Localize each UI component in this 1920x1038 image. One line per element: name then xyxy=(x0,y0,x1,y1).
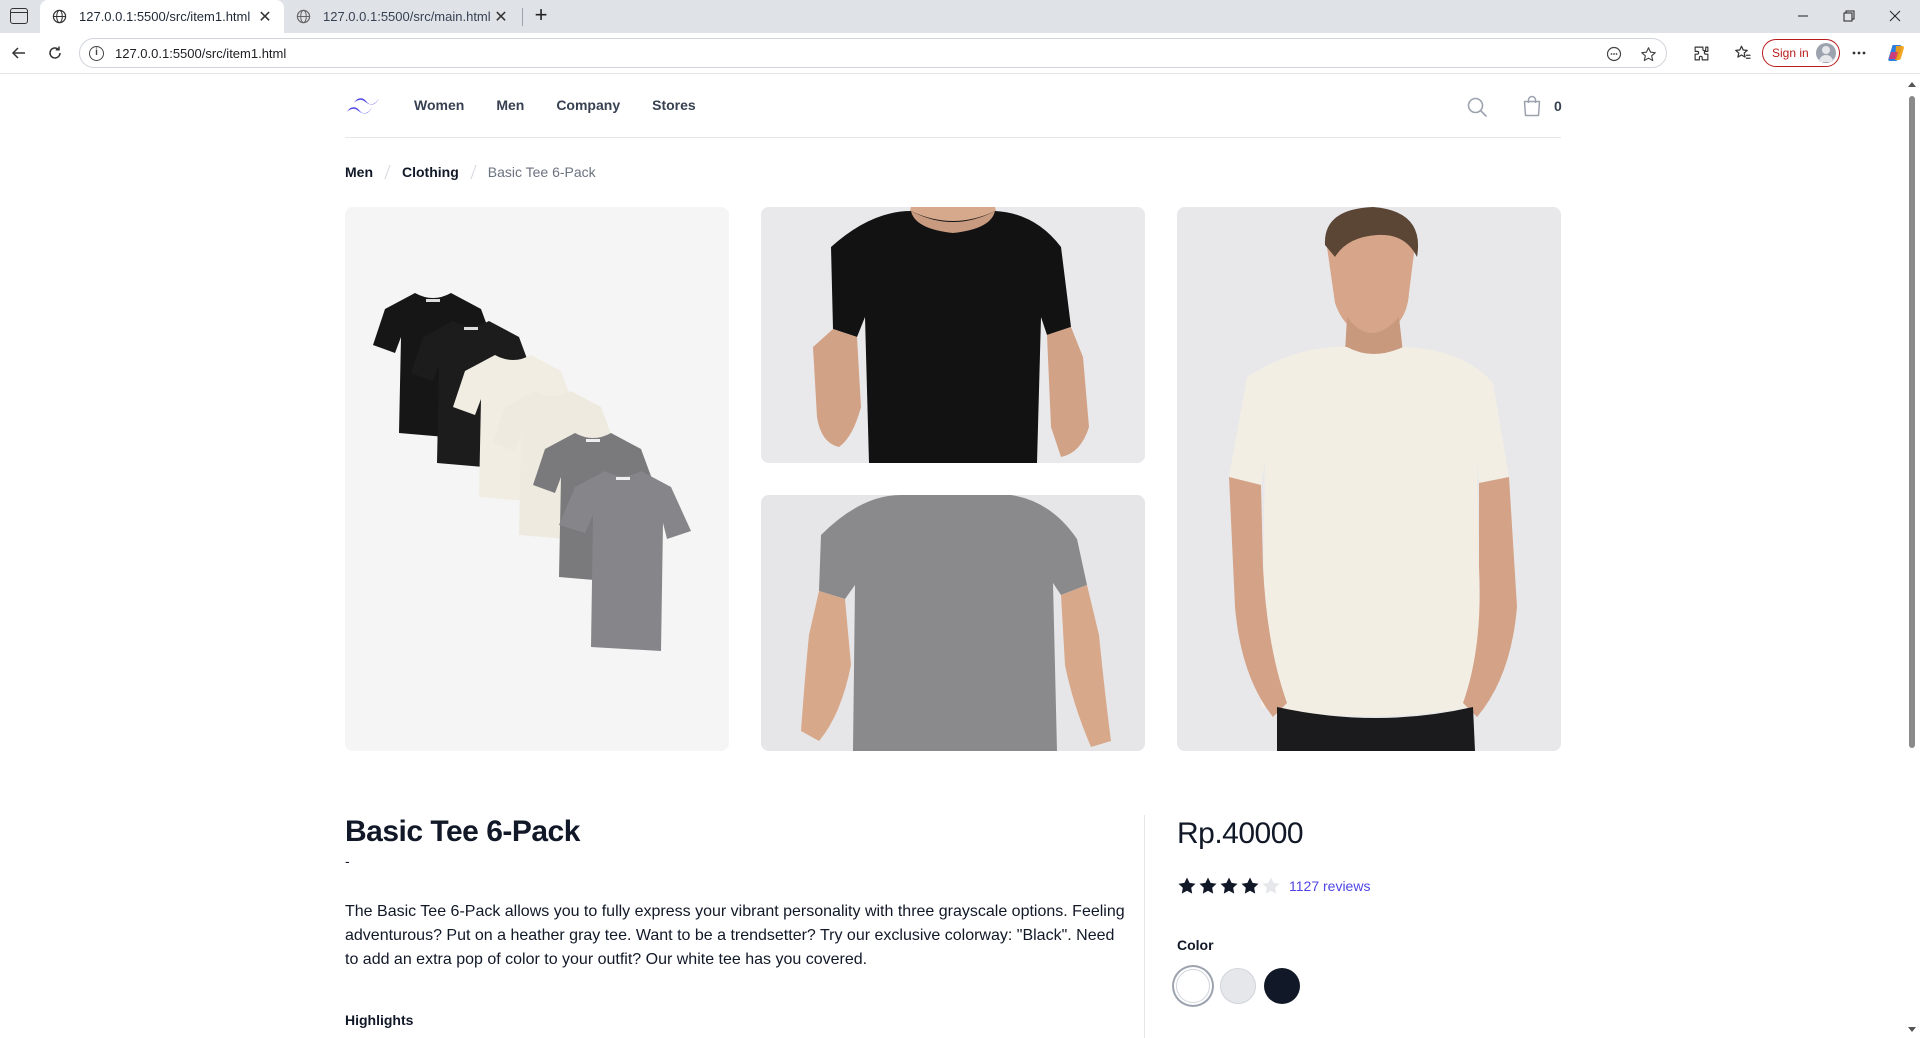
tab-title: 127.0.0.1:5500/src/main.html xyxy=(323,9,491,24)
breadcrumb-item-men[interactable]: Men xyxy=(345,164,373,180)
url-text: 127.0.0.1:5500/src/item1.html xyxy=(115,46,287,61)
back-icon[interactable] xyxy=(8,42,30,64)
globe-icon xyxy=(52,9,67,24)
sign-in-label: Sign in xyxy=(1772,46,1809,60)
shopping-bag-icon[interactable] xyxy=(1522,95,1542,117)
color-swatch-black[interactable] xyxy=(1264,968,1300,1004)
page-viewport: Women Men Company Stores 0 Men Clothing … xyxy=(0,75,1920,1038)
address-bar[interactable]: i 127.0.0.1:5500/src/item1.html xyxy=(79,38,1667,68)
page-scrollbar[interactable] xyxy=(1906,76,1918,1038)
copilot-icon[interactable] xyxy=(1886,42,1908,64)
scroll-up-icon[interactable] xyxy=(1908,82,1916,87)
reload-icon[interactable] xyxy=(44,42,66,64)
product-price: Rp.40000 xyxy=(1177,817,1304,850)
extensions-icon[interactable] xyxy=(1690,42,1712,64)
globe-icon xyxy=(296,9,311,24)
cart-count[interactable]: 0 xyxy=(1554,98,1562,114)
column-divider xyxy=(1144,815,1145,1038)
search-icon[interactable] xyxy=(1466,96,1488,118)
scroll-down-icon[interactable] xyxy=(1908,1027,1916,1032)
star-filled-icon xyxy=(1241,877,1259,894)
tab-title: 127.0.0.1:5500/src/item1.html xyxy=(79,9,251,24)
star-filled-icon xyxy=(1178,877,1196,894)
favorite-star-icon[interactable] xyxy=(1638,44,1658,64)
product-description: The Basic Tee 6-Pack allows you to fully… xyxy=(345,903,1125,968)
browser-tab-main[interactable]: 127.0.0.1:5500/src/main.html ✕ xyxy=(284,0,520,33)
breadcrumb-item-clothing[interactable]: Clothing xyxy=(402,164,459,180)
menu-item-women[interactable]: Women xyxy=(414,97,464,113)
brand-logo-icon[interactable] xyxy=(345,95,381,119)
reader-mode-icon[interactable] xyxy=(1604,44,1624,64)
avatar-icon xyxy=(1816,43,1836,63)
breadcrumb-separator xyxy=(384,165,391,179)
color-swatch-white[interactable] xyxy=(1176,969,1210,1003)
menu-item-men[interactable]: Men xyxy=(496,97,524,113)
menu-item-stores[interactable]: Stores xyxy=(652,97,696,113)
favorites-icon[interactable] xyxy=(1732,42,1754,64)
product-title: Basic Tee 6-Pack xyxy=(345,815,580,848)
product-image-tees-stack xyxy=(345,207,729,751)
color-label: Color xyxy=(1177,937,1214,953)
restore-icon[interactable] xyxy=(1826,4,1872,28)
breadcrumb-separator xyxy=(470,165,477,179)
breadcrumb: Men Clothing Basic Tee 6-Pack xyxy=(345,164,596,180)
site-info-icon[interactable]: i xyxy=(89,46,104,61)
main-menu: Women Men Company Stores xyxy=(414,97,696,113)
browser-toolbar: i 127.0.0.1:5500/src/item1.html Sign in xyxy=(0,33,1920,74)
site-header: Women Men Company Stores 0 xyxy=(345,75,1562,138)
scrollbar-thumb[interactable] xyxy=(1909,96,1915,748)
close-window-icon[interactable] xyxy=(1872,4,1918,28)
close-tab-icon[interactable]: ✕ xyxy=(258,9,272,26)
rating-stars xyxy=(1177,876,1281,896)
product-image-gray-tee xyxy=(761,495,1145,751)
browser-tab-bar: 127.0.0.1:5500/src/item1.html ✕ 127.0.0.… xyxy=(0,0,1920,33)
tab-actions-icon[interactable] xyxy=(10,8,28,24)
reviews-link[interactable]: 1127 reviews xyxy=(1289,878,1370,894)
sign-in-button[interactable]: Sign in xyxy=(1762,39,1840,67)
more-options-icon[interactable] xyxy=(1848,42,1870,64)
product-image-white-tee xyxy=(1177,207,1561,751)
star-filled-icon xyxy=(1199,877,1217,894)
product-subtitle: - xyxy=(345,853,350,869)
color-swatch-gray[interactable] xyxy=(1220,968,1256,1004)
browser-tab-item1[interactable]: 127.0.0.1:5500/src/item1.html ✕ xyxy=(40,0,284,33)
minimize-icon[interactable] xyxy=(1780,4,1826,28)
tab-separator xyxy=(522,8,523,26)
close-tab-icon[interactable]: ✕ xyxy=(494,9,508,26)
breadcrumb-item-current: Basic Tee 6-Pack xyxy=(487,164,596,180)
highlights-heading: Highlights xyxy=(345,1012,414,1028)
star-filled-icon xyxy=(1220,877,1238,894)
product-image-black-tee xyxy=(761,207,1145,463)
star-empty-icon xyxy=(1262,877,1280,894)
new-tab-button[interactable]: + xyxy=(530,4,552,27)
menu-item-company[interactable]: Company xyxy=(556,97,620,113)
